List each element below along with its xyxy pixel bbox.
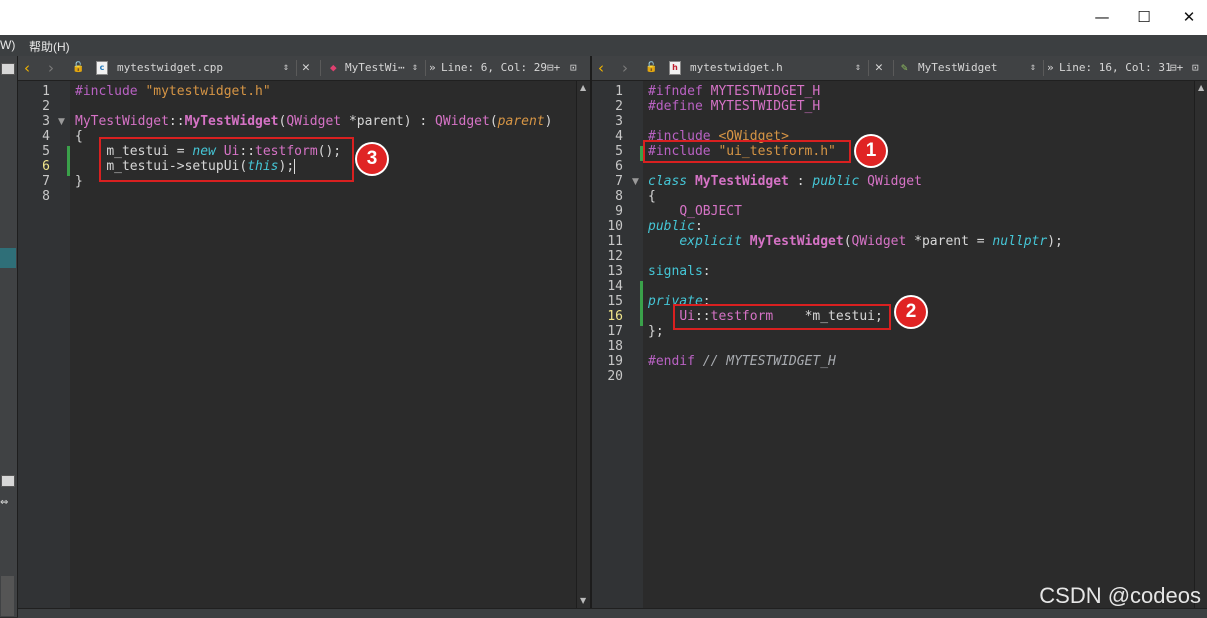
- window-title-bar: — ☐ ✕: [0, 0, 1207, 35]
- maximize-icon: ☐: [1137, 7, 1151, 26]
- close-button[interactable]: ✕: [1166, 0, 1207, 33]
- panel-toggle-icon[interactable]: [1, 475, 15, 487]
- minimize-button[interactable]: —: [1079, 0, 1125, 33]
- left-sidebar-strip: ⇔: [0, 56, 18, 617]
- menu-item-help[interactable]: 帮助(H): [29, 38, 70, 55]
- menu-bar: W) 帮助(H): [0, 35, 1207, 56]
- close-split-icon[interactable]: ⊡: [1192, 56, 1199, 80]
- left-editor-toolbar: ‹ › 🔓 c mytestwidget.cpp ⇕ ✕ ◆ MyTestWi⋯…: [18, 56, 590, 81]
- close-document-icon[interactable]: ✕: [302, 56, 310, 80]
- right-scrollbar[interactable]: ▲: [1194, 81, 1207, 617]
- lock-icon: 🔓: [645, 62, 658, 73]
- close-document-icon[interactable]: ✕: [875, 56, 883, 80]
- line-number[interactable]: 18: [601, 339, 623, 354]
- line-number[interactable]: 3: [601, 114, 623, 129]
- class-icon: ✎: [901, 61, 908, 74]
- line-number[interactable]: 12: [601, 249, 623, 264]
- symbol-icon: ◆: [330, 61, 337, 74]
- left-scrollbar[interactable]: ▲ ▼: [576, 81, 590, 617]
- line-number[interactable]: 5: [601, 144, 623, 159]
- annotation-box-1: [643, 140, 851, 163]
- line-number[interactable]: 6: [28, 159, 50, 174]
- annotation-box-2: [673, 304, 891, 330]
- scroll-up-icon[interactable]: ▲: [580, 83, 586, 92]
- line-number[interactable]: 3: [28, 114, 50, 129]
- close-icon: ✕: [1182, 7, 1196, 26]
- line-number[interactable]: 4: [28, 129, 50, 144]
- scroll-up-icon[interactable]: ▲: [1198, 83, 1204, 92]
- right-editor-toolbar: ‹ › 🔓 h mytestwidget.h ⇕ ✕ ✎ MyTestWidge…: [592, 56, 1207, 81]
- chevron-icon: »: [429, 61, 436, 74]
- line-number[interactable]: 11: [601, 234, 623, 249]
- line-number[interactable]: 10: [601, 219, 623, 234]
- line-number[interactable]: 7: [28, 174, 50, 189]
- minimize-icon: —: [1094, 7, 1110, 26]
- file-dropdown-icon[interactable]: ⇕: [283, 56, 289, 80]
- watermark: CSDN @codeos: [1039, 583, 1201, 608]
- chevron-icon: »: [1047, 61, 1054, 74]
- split-icon[interactable]: ⊟+: [547, 56, 560, 80]
- line-number[interactable]: 9: [601, 204, 623, 219]
- sidebar-scrollbar[interactable]: [1, 576, 14, 616]
- line-number[interactable]: 8: [28, 189, 50, 204]
- back-icon[interactable]: ‹: [24, 56, 30, 80]
- forward-icon[interactable]: ›: [48, 56, 54, 80]
- line-number[interactable]: 20: [601, 369, 623, 384]
- annotation-badge-2: 2: [896, 297, 926, 327]
- panel-toggle-icon[interactable]: [1, 63, 15, 75]
- annotation-box-3: [99, 137, 354, 182]
- line-number[interactable]: 2: [28, 99, 50, 114]
- line-number[interactable]: 19: [601, 354, 623, 369]
- header-file-icon: h: [669, 61, 681, 75]
- cpp-file-icon: c: [96, 61, 108, 75]
- line-number[interactable]: 2: [601, 99, 623, 114]
- symbol-name[interactable]: MyTestWidget: [918, 56, 997, 80]
- file-name[interactable]: mytestwidget.h: [690, 56, 783, 80]
- line-number[interactable]: 17: [601, 324, 623, 339]
- file-dropdown-icon[interactable]: ⇕: [855, 56, 861, 80]
- cursor-position[interactable]: Line: 6, Col: 29: [441, 56, 547, 80]
- split-icon[interactable]: ⊟+: [1170, 56, 1183, 80]
- line-number[interactable]: 4: [601, 129, 623, 144]
- fold-icon[interactable]: ▼: [632, 177, 639, 187]
- close-split-icon[interactable]: ⊡: [570, 56, 577, 80]
- line-number[interactable]: 6: [601, 159, 623, 174]
- line-number[interactable]: 8: [601, 189, 623, 204]
- link-icon[interactable]: ⇔: [0, 497, 16, 510]
- line-number[interactable]: 14: [601, 279, 623, 294]
- line-number[interactable]: 1: [28, 84, 50, 99]
- line-number[interactable]: 7: [601, 174, 623, 189]
- line-number[interactable]: 13: [601, 264, 623, 279]
- symbol-dropdown-icon[interactable]: ⇕: [1030, 56, 1036, 80]
- line-number[interactable]: 15: [601, 294, 623, 309]
- lock-icon: 🔓: [72, 62, 85, 73]
- modified-line-marker: [67, 146, 70, 176]
- line-number[interactable]: 16: [601, 309, 623, 324]
- menu-item-window[interactable]: W): [0, 38, 15, 52]
- annotation-badge-3: 3: [357, 144, 387, 174]
- symbol-dropdown-icon[interactable]: ⇕: [412, 56, 418, 80]
- scroll-down-icon[interactable]: ▼: [580, 596, 586, 605]
- forward-icon[interactable]: ›: [622, 56, 628, 80]
- annotation-badge-1: 1: [856, 136, 886, 166]
- line-number[interactable]: 1: [601, 84, 623, 99]
- fold-icon[interactable]: ▼: [58, 117, 65, 127]
- maximize-button[interactable]: ☐: [1121, 0, 1167, 33]
- file-name[interactable]: mytestwidget.cpp: [117, 56, 223, 80]
- back-icon[interactable]: ‹: [598, 56, 604, 80]
- modified-line-marker: [640, 281, 643, 326]
- symbol-name[interactable]: MyTestWi⋯: [345, 56, 405, 80]
- sidebar-highlight: [0, 248, 16, 268]
- line-number[interactable]: 5: [28, 144, 50, 159]
- cursor-position[interactable]: Line: 16, Col: 31: [1059, 56, 1172, 80]
